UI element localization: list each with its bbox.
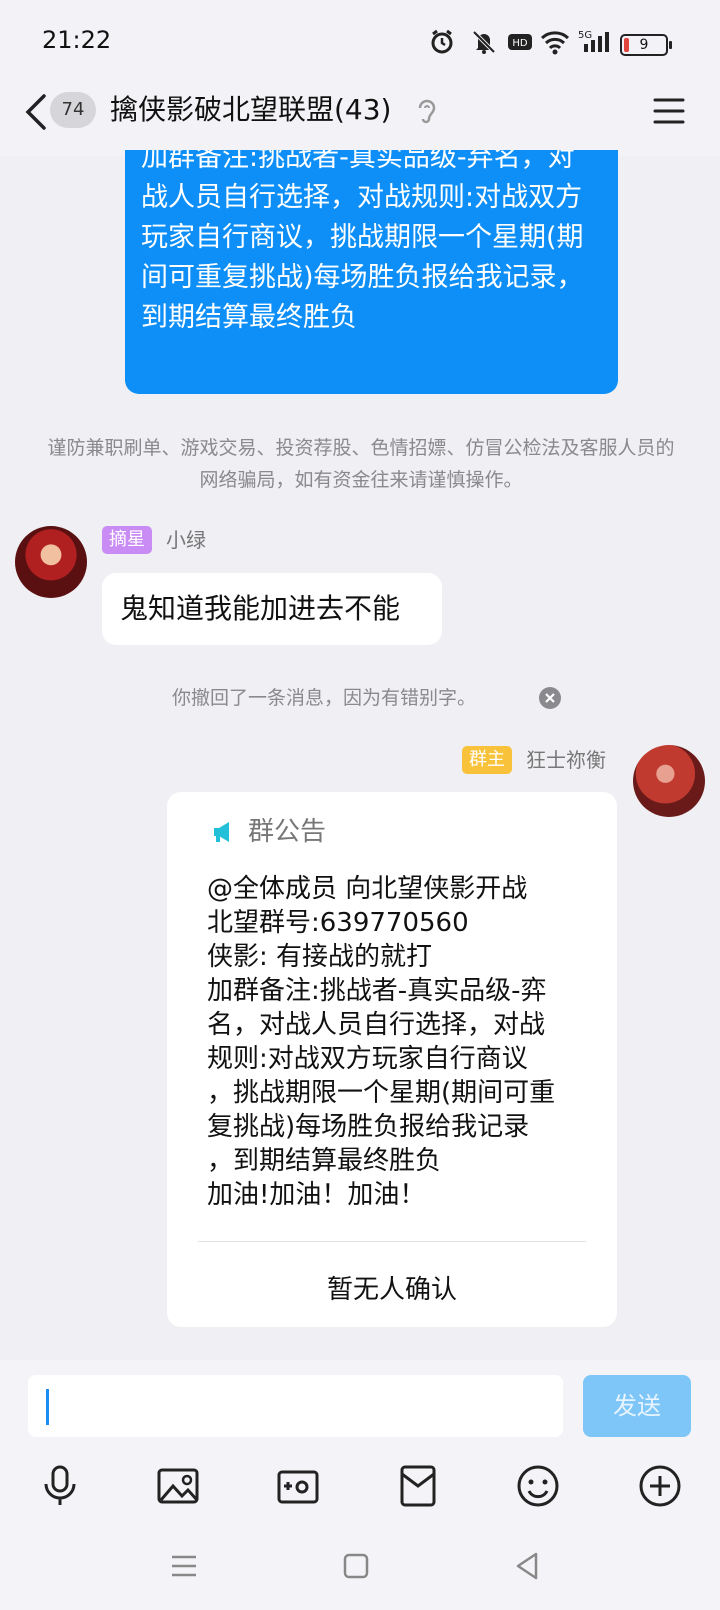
fraud-warning: 谨防兼职刷单、游戏交易、投资荐股、色情招嫖、仿冒公检法及客服人员的网络骗局，如有…	[47, 437, 675, 491]
back-nav-icon[interactable]	[510, 1548, 546, 1584]
mute-icon	[470, 28, 500, 58]
svg-text:5G: 5G	[578, 30, 592, 41]
ear-mode-icon	[416, 96, 438, 126]
hd-icon: HD	[506, 28, 536, 58]
sender-name[interactable]: 狂士祢衡	[526, 746, 606, 774]
sender-name[interactable]: 小绿	[166, 526, 206, 554]
emoji-icon[interactable]	[516, 1464, 560, 1508]
svg-text:HD: HD	[512, 38, 528, 49]
close-icon[interactable]	[538, 686, 562, 710]
text-caret	[46, 1389, 49, 1425]
message-input[interactable]	[28, 1375, 563, 1437]
menu-icon[interactable]	[652, 96, 686, 126]
unread-count-badge[interactable]: 74	[50, 92, 96, 128]
status-time: 21:22	[42, 26, 112, 54]
divider	[198, 1241, 586, 1242]
megaphone-icon	[210, 818, 238, 846]
message-text: 鬼知道我能加进去不能	[120, 592, 401, 625]
camera-icon[interactable]	[276, 1464, 320, 1508]
home-icon[interactable]	[338, 1548, 374, 1584]
signal-icon: 5G	[578, 28, 609, 58]
recent-apps-icon[interactable]	[166, 1548, 202, 1584]
announcement-body: @全体成员 向北望侠影开战 北望群号:639770560 侠影: 有接战的就打 …	[207, 874, 556, 1210]
owner-badge: 群主	[462, 746, 512, 774]
red-packet-icon[interactable]	[396, 1464, 440, 1508]
battery-level: 9	[639, 37, 649, 53]
wifi-icon	[540, 28, 570, 58]
message-bubble[interactable]: 鬼知道我能加进去不能	[102, 573, 442, 645]
member-title-badge: 摘星	[102, 526, 152, 554]
message-text: 加群备注:挑战者-真实品级-弃名，对战人员自行选择，对战规则:对战双方玩家自行商…	[141, 150, 584, 333]
battery-icon: 9	[620, 34, 672, 56]
alarm-icon	[428, 28, 458, 58]
image-icon[interactable]	[156, 1464, 200, 1508]
avatar[interactable]	[15, 526, 87, 598]
recall-notice: 你撤回了一条消息，因为有错别字。	[172, 687, 477, 709]
announcement-title: 群公告	[248, 817, 327, 847]
send-button[interactable]: 发送	[583, 1375, 691, 1437]
plus-icon[interactable]	[638, 1464, 682, 1508]
back-arrow-icon[interactable]	[22, 92, 52, 132]
own-message-bubble[interactable]: 加群备注:挑战者-真实品级-弃名，对战人员自行选择，对战规则:对战双方玩家自行商…	[125, 150, 618, 394]
group-title[interactable]: 擒侠影破北望联盟(43)	[110, 92, 391, 128]
confirm-status[interactable]: 暂无人确认	[167, 1270, 617, 1310]
avatar[interactable]	[633, 745, 705, 817]
microphone-icon[interactable]	[38, 1464, 82, 1508]
